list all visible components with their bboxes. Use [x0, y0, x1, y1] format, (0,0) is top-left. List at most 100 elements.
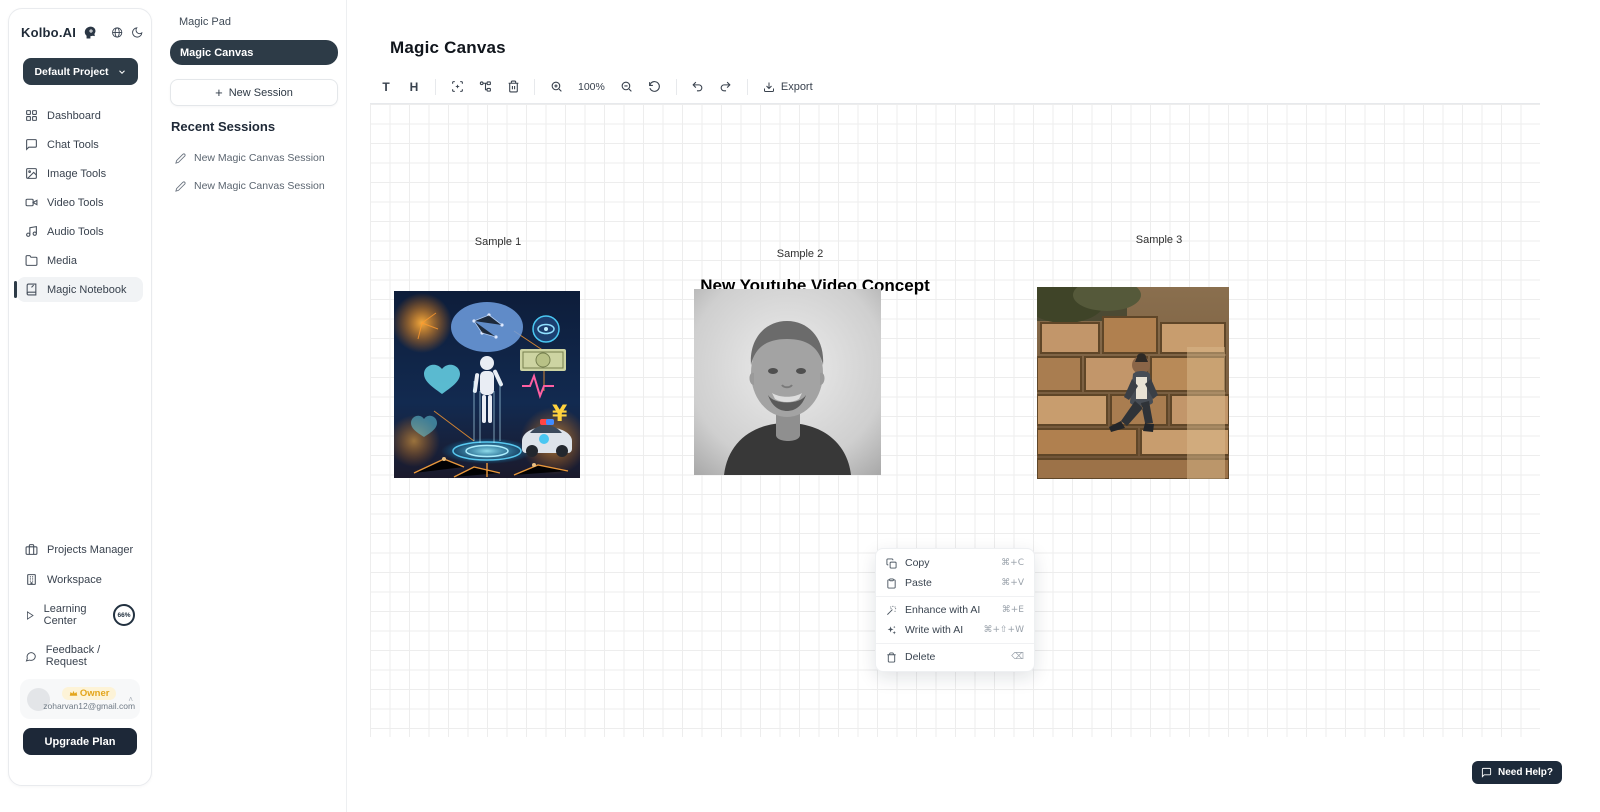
session-item-label: New Magic Canvas Session — [194, 152, 325, 164]
brain-head-icon — [83, 25, 97, 40]
menu-shortcut: ⌘+⇧+W — [983, 625, 1024, 635]
menu-shortcut: ⌘+V — [1001, 578, 1024, 588]
audio-icon — [25, 225, 38, 238]
reset-view-button[interactable] — [643, 76, 667, 98]
sidebar-item-media[interactable]: Media — [17, 248, 143, 273]
sample-2-image[interactable] — [694, 289, 881, 475]
sidebar-item-learning-center[interactable]: Learning Center 66% — [17, 598, 143, 632]
text-tool-button[interactable]: T — [374, 76, 398, 98]
menu-shortcut: ⌫ — [1011, 652, 1024, 662]
menu-shortcut: ⌘+E — [1002, 605, 1024, 615]
sidebar-item-magic-notebook[interactable]: Magic Notebook — [17, 277, 143, 302]
delete-tool-button[interactable] — [501, 76, 525, 98]
feedback-icon — [25, 650, 37, 663]
pencil-icon — [175, 153, 186, 164]
menu-divider — [876, 643, 1034, 644]
session-item[interactable]: New Magic Canvas Session — [175, 180, 325, 192]
redo-button[interactable] — [714, 76, 738, 98]
menu-item-copy[interactable]: Copy ⌘+C — [876, 553, 1034, 573]
zoom-in-icon — [550, 80, 563, 93]
menu-item-label: Delete — [905, 651, 935, 663]
need-help-button[interactable]: Need Help? — [1472, 761, 1562, 784]
crown-icon — [69, 689, 78, 698]
zoom-out-icon — [620, 80, 633, 93]
menu-item-delete[interactable]: Delete ⌫ — [876, 647, 1034, 667]
sidebar-item-label: Chat Tools — [47, 139, 99, 151]
menu-item-enhance-with-ai[interactable]: Enhance with AI ⌘+E — [876, 600, 1034, 620]
image-icon — [25, 167, 38, 180]
context-menu: Copy ⌘+C Paste ⌘+V Enhance with AI ⌘+E W… — [875, 548, 1035, 672]
new-session-label: New Session — [229, 87, 293, 99]
zoom-in-button[interactable] — [544, 76, 568, 98]
upgrade-plan-button[interactable]: Upgrade Plan — [23, 728, 137, 755]
redo-icon — [719, 80, 732, 93]
play-icon — [25, 609, 35, 622]
menu-item-write-with-ai[interactable]: Write with AI ⌘+⇧+W — [876, 620, 1034, 640]
sessions-panel: Magic Pad Magic Canvas + New Session Rec… — [153, 0, 347, 812]
page-title: Magic Canvas — [390, 38, 506, 58]
sidebar-item-video-tools[interactable]: Video Tools — [17, 190, 143, 215]
chat-icon — [25, 138, 38, 151]
menu-item-label: Enhance with AI — [905, 604, 980, 616]
toolbar-divider — [676, 79, 677, 95]
sidebar-item-dashboard[interactable]: Dashboard — [17, 103, 143, 128]
sidebar-item-feedback[interactable]: Feedback / Request — [17, 639, 143, 673]
sidebar-item-audio-tools[interactable]: Audio Tools — [17, 219, 143, 244]
sample-2-label[interactable]: Sample 2 — [777, 248, 823, 260]
connector-tool-button[interactable] — [473, 76, 497, 98]
logo-row: Kolbo.AI — [21, 25, 143, 40]
svg-text:¥: ¥ — [552, 402, 568, 427]
toolbar-divider — [534, 79, 535, 95]
user-card[interactable]: Owner zoharvan12@gmail.com ˄ — [20, 679, 140, 719]
plus-icon: + — [215, 85, 223, 100]
sidebar-item-label: Video Tools — [47, 197, 103, 209]
menu-item-paste[interactable]: Paste ⌘+V — [876, 573, 1034, 593]
menu-divider — [876, 596, 1034, 597]
help-chat-icon — [1481, 767, 1492, 778]
sidebar-item-label: Audio Tools — [47, 226, 104, 238]
need-help-label: Need Help? — [1498, 767, 1553, 778]
chevron-down-icon — [117, 67, 127, 77]
session-item[interactable]: New Magic Canvas Session — [175, 152, 325, 164]
sidebar-footer-nav: Projects Manager Workspace Learning Cent… — [17, 538, 143, 673]
trash-icon — [886, 652, 897, 663]
sample-1-label[interactable]: Sample 1 — [475, 236, 521, 248]
project-selector[interactable]: Default Project — [23, 58, 138, 85]
ai-select-button[interactable] — [445, 76, 469, 98]
export-label: Export — [781, 81, 813, 93]
language-globe-icon[interactable] — [111, 26, 123, 39]
sidebar-item-chat-tools[interactable]: Chat Tools — [17, 132, 143, 157]
rotate-icon — [648, 80, 661, 93]
owner-badge: Owner — [62, 687, 117, 700]
sample-1-image[interactable]: ¥ — [394, 291, 580, 478]
building-icon — [25, 573, 38, 586]
sparkles-icon — [886, 625, 897, 636]
export-button[interactable]: Export — [757, 81, 819, 93]
footer-item-label: Workspace — [47, 574, 102, 586]
new-session-button[interactable]: + New Session — [170, 79, 338, 106]
project-selector-label: Default Project — [34, 66, 108, 78]
footer-item-label: Learning Center — [44, 603, 102, 627]
tab-magic-canvas[interactable]: Magic Canvas — [170, 40, 338, 65]
sidebar-item-workspace[interactable]: Workspace — [17, 568, 143, 591]
media-icon — [25, 254, 38, 267]
paste-icon — [886, 578, 897, 589]
sidebar-item-label: Image Tools — [47, 168, 106, 180]
sidebar-item-label: Media — [47, 255, 77, 267]
zoom-level[interactable]: 100% — [572, 81, 611, 93]
sidebar-item-projects-manager[interactable]: Projects Manager — [17, 538, 143, 561]
ai-scan-icon — [451, 80, 464, 93]
learning-progress-badge: 66% — [113, 604, 135, 626]
text-tool-glyph: T — [382, 80, 389, 94]
menu-item-label: Write with AI — [905, 624, 963, 636]
user-email: zoharvan12@gmail.com — [43, 701, 135, 711]
undo-button[interactable] — [686, 76, 710, 98]
dark-mode-moon-icon[interactable] — [131, 26, 143, 39]
heading-tool-button[interactable]: H — [402, 76, 426, 98]
sample-3-label[interactable]: Sample 3 — [1136, 234, 1182, 246]
menu-shortcut: ⌘+C — [1001, 558, 1024, 568]
sidebar-item-image-tools[interactable]: Image Tools — [17, 161, 143, 186]
tab-magic-pad[interactable]: Magic Pad — [179, 16, 231, 28]
zoom-out-button[interactable] — [615, 76, 639, 98]
sample-3-image[interactable] — [1037, 287, 1229, 479]
